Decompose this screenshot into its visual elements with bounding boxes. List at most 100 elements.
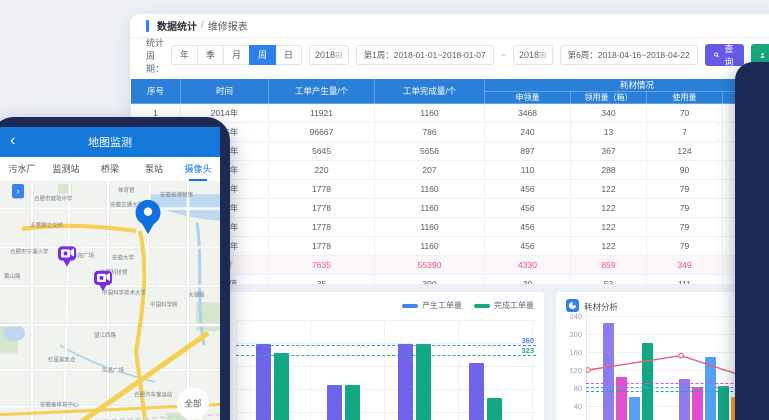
start-year-value: 2018 — [315, 50, 335, 60]
cell: 5645 — [269, 142, 375, 161]
cell: 4330 — [485, 256, 571, 275]
period-option-季[interactable]: 季 — [197, 45, 224, 65]
cell: 7 — [647, 123, 723, 142]
cell: 1160 — [375, 237, 485, 256]
bar-完成工单量 — [345, 385, 360, 420]
cell: 456 — [485, 180, 571, 199]
show-all-label: 全部 — [185, 397, 202, 408]
map-place-label: 凤凰广场 — [102, 366, 124, 374]
line-point — [586, 368, 590, 373]
cell: 7635 — [269, 256, 375, 275]
secondary-phone-frame — [735, 62, 769, 420]
col-header-completed: 工单完成量/个 — [375, 79, 485, 104]
bar-完成工单量 — [487, 398, 502, 420]
y-tick-label: 80 — [574, 384, 582, 393]
phone-tab-监测站[interactable]: 监测站 — [44, 157, 88, 181]
bar-完成工单量 — [274, 353, 289, 420]
workorder-chart-panel: 产生工单量 完成工单量 360323 — [226, 292, 544, 420]
search-icon — [714, 51, 719, 59]
y-tick-label: 120 — [569, 366, 582, 375]
breadcrumb-section[interactable]: 数据统计 — [157, 18, 197, 33]
cell: 11921 — [269, 104, 375, 123]
phone-tab-污水厂[interactable]: 污水厂 — [0, 157, 44, 181]
line-point — [679, 353, 684, 358]
workorder-chart-legend: 产生工单量 完成工单量 — [402, 300, 534, 311]
bar-产生工单量 — [469, 363, 484, 420]
gridline — [458, 320, 459, 420]
period-label: 统计周期： — [146, 36, 164, 75]
breadcrumb-accent-bar — [146, 20, 149, 32]
map-place-label: 安徽省体育中心 — [40, 401, 79, 409]
y-tick-label: 240 — [569, 312, 582, 321]
start-week-input[interactable]: 第1周：2018-01-01~2018-01-07 — [356, 45, 494, 65]
cell: 79 — [647, 180, 723, 199]
col-header-no: 序号 — [131, 79, 181, 104]
map-place-label: 红星美凯龙 — [48, 356, 76, 364]
map-place-label: 合肥市宁溪小学 — [10, 247, 49, 255]
back-chevron-icon[interactable]: ‹ — [10, 131, 15, 151]
search-button-label: 查询 — [723, 42, 735, 68]
map-expand-button[interactable]: › — [12, 184, 24, 198]
table-row: 12014年119211160346834070250 — [131, 104, 769, 123]
gridline — [236, 343, 536, 344]
legend-swatch — [402, 304, 418, 308]
cell: 122 — [571, 180, 647, 199]
phone-tab-泵站[interactable]: 泵站 — [132, 157, 176, 181]
phone-tab-桥梁[interactable]: 桥梁 — [88, 157, 132, 181]
legend-label: 完成工单量 — [494, 300, 534, 311]
cell: 456 — [485, 237, 571, 256]
gridline — [310, 320, 311, 420]
cell: 79 — [647, 218, 723, 237]
start-year-select[interactable]: 2018 ⊞ — [309, 45, 349, 65]
cell: 70 — [647, 104, 723, 123]
cell: 79 — [647, 237, 723, 256]
gridline — [384, 320, 385, 420]
show-all-button[interactable]: 全部 — [177, 387, 209, 420]
col-header-created: 工单产生量/个 — [269, 79, 375, 104]
search-button[interactable]: 查询 — [705, 44, 744, 66]
cell: 122 — [571, 218, 647, 237]
reference-line — [236, 345, 536, 346]
col-header-time: 时间 — [181, 79, 269, 104]
reference-label: 360 — [521, 336, 534, 345]
cell: 456 — [485, 218, 571, 237]
breadcrumb-separator: / — [201, 20, 204, 31]
col-header-used: 使用量 — [647, 92, 723, 104]
period-option-月[interactable]: 月 — [223, 45, 250, 65]
y-tick-label: 160 — [569, 348, 582, 357]
cell: 5656 — [375, 142, 485, 161]
map-place-label: 合肥市琥珀中学 — [34, 194, 73, 202]
cell: 859 — [571, 256, 647, 275]
range-separator: ~ — [501, 50, 506, 60]
consumables-chart-title: 耗材分析 — [584, 301, 618, 313]
period-option-周[interactable]: 周 — [249, 45, 276, 65]
period-option-日[interactable]: 日 — [275, 45, 302, 65]
legend-item: 产生工单量 — [402, 300, 462, 311]
cell: 122 — [571, 199, 647, 218]
calendar-icon: ⊞ — [335, 50, 343, 61]
cell: 90 — [647, 161, 723, 180]
end-week-input[interactable]: 第6周：2018-04-16~2018-04-22 — [560, 45, 698, 65]
cell: 1160 — [375, 104, 485, 123]
map-canvas[interactable]: 合肥市琥珀中学体育馆安徽交通大学安徽省博物馆五里墩立交桥合肥市宁溪小学阜阳广场安… — [0, 182, 220, 420]
end-year-select[interactable]: 2018 ⊞ — [513, 45, 553, 65]
col-header-consumables-group: 耗材情况 — [485, 79, 769, 92]
map-place-label: 中国科学院 — [150, 300, 178, 308]
map-place-label: 中国科学技术大学 — [102, 288, 146, 296]
reference-label: 323 — [521, 346, 534, 355]
cell: 288 — [571, 161, 647, 180]
reference-line — [236, 355, 536, 356]
map-view[interactable]: 合肥市琥珀中学体育馆安徽交通大学安徽省博物馆五里墩立交桥合肥市宁溪小学阜阳广场安… — [0, 182, 220, 420]
period-option-年[interactable]: 年 — [171, 45, 198, 65]
phone-tab-摄像头[interactable]: 摄像头 — [176, 157, 220, 181]
col-header-requested: 申领量 — [485, 92, 571, 104]
legend-swatch — [474, 304, 490, 308]
pie-chart-icon — [566, 299, 579, 312]
consumables-chart-y-axis: 2402001601208040 — [558, 314, 582, 420]
cell: 340 — [571, 104, 647, 123]
phone-screen: ‹ 地图监测 污水厂监测站桥梁泵站摄像头 — [0, 127, 220, 420]
cell: 367 — [571, 142, 647, 161]
cell: 124 — [647, 142, 723, 161]
cell: 1160 — [375, 180, 485, 199]
phone-app-header: ‹ 地图监测 — [0, 127, 220, 157]
